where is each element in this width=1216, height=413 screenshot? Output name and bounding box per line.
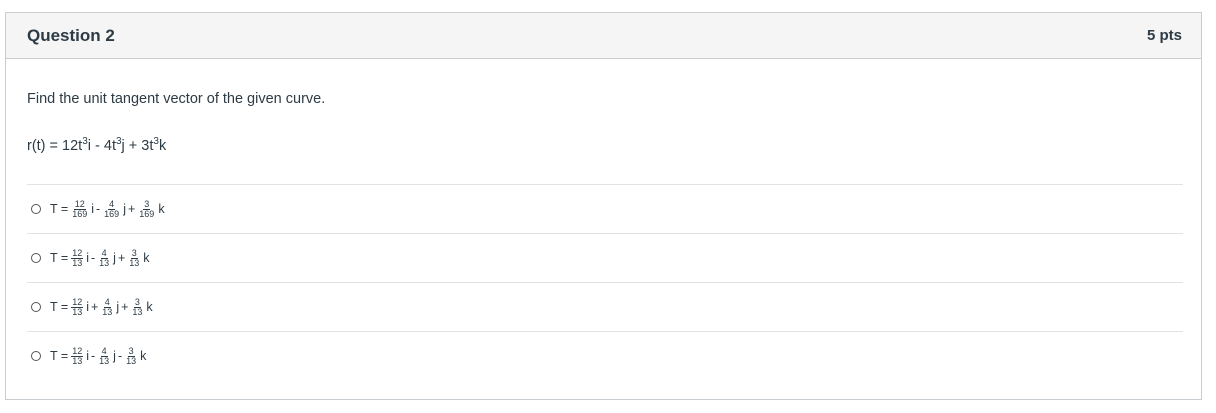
radio-button[interactable] [31, 302, 41, 312]
question-card: Question 2 5 pts Find the unit tangent v… [5, 12, 1202, 400]
answer-option[interactable]: T = 12 13 i + 4 13 j + 3 13 k [27, 282, 1183, 331]
operator: + [127, 202, 136, 216]
operator: - [117, 349, 123, 363]
fraction-denominator: 169 [72, 208, 88, 219]
operator: + [117, 251, 126, 265]
answer-prefix: T = [50, 202, 69, 216]
fraction-numerator: 4 [100, 247, 108, 259]
operator: + [90, 300, 99, 314]
unit-vector: j [113, 251, 116, 265]
question-title: Question 2 [27, 25, 115, 45]
answer-option[interactable]: T = 12 13 i - 4 13 j + 3 13 k [27, 233, 1183, 282]
fraction-numerator: 3 [127, 345, 135, 357]
fraction-numerator: 4 [100, 345, 108, 357]
fraction-denominator: 13 [102, 306, 113, 317]
fraction-denominator: 13 [129, 257, 140, 268]
unit-vector: i [86, 251, 89, 265]
unit-vector: i [86, 349, 89, 363]
radio-button[interactable] [31, 253, 41, 263]
operator: - [90, 251, 96, 265]
curve-equation: r(t) = 12t3i - 4t3j + 3t3k [27, 137, 167, 154]
fraction-denominator: 13 [72, 306, 83, 317]
operator: - [96, 202, 101, 216]
fraction-numerator: 3 [133, 296, 141, 308]
fraction-numerator: 3 [130, 247, 138, 259]
fraction: 4 169 [103, 198, 120, 219]
fraction-denominator: 169 [104, 208, 120, 219]
fraction-denominator: 13 [126, 355, 137, 366]
fraction: 12 13 [71, 345, 84, 366]
operator: + [121, 300, 129, 314]
fraction: 3 13 [131, 296, 143, 317]
fraction: 3 13 [125, 345, 137, 366]
question-points: 5 pts [1146, 27, 1182, 44]
fraction: 12 13 [71, 247, 84, 268]
unit-vector: k [158, 202, 165, 216]
fraction-numerator: 12 [71, 296, 84, 308]
equation-lhs: r(t) = [27, 138, 63, 154]
fraction: 3 169 [138, 198, 155, 219]
fraction: 4 13 [101, 296, 113, 317]
unit-vector: i [86, 300, 89, 314]
answer-expression: T = 12 169 i - 4 169 j + 3 169 k [49, 198, 166, 219]
answer-option[interactable]: T = 12 169 i - 4 169 j + 3 169 k [27, 184, 1183, 233]
radio-button[interactable] [31, 351, 41, 361]
unit-vector: k [146, 300, 153, 314]
answer-expression: T = 12 13 i - 4 13 j - 3 13 k [49, 345, 147, 366]
equation-term: j + 3t [121, 138, 154, 154]
fraction: 4 13 [98, 247, 110, 268]
unit-vector: k [143, 251, 150, 265]
fraction: 3 13 [128, 247, 140, 268]
answer-prefix: T = [50, 300, 69, 314]
equation-term: 12t [62, 138, 83, 154]
equation-term: k [158, 138, 167, 154]
fraction-numerator: 12 [71, 345, 84, 357]
unit-vector: j [123, 202, 126, 216]
answer-option[interactable]: T = 12 13 i - 4 13 j - 3 13 k [27, 331, 1183, 380]
fraction: 4 13 [98, 345, 110, 366]
answer-expression: T = 12 13 i - 4 13 j + 3 13 k [49, 247, 151, 268]
fraction-denominator: 169 [139, 208, 155, 219]
unit-vector: k [140, 349, 147, 363]
question-header: Question 2 5 pts [6, 13, 1201, 59]
fraction-denominator: 13 [132, 306, 143, 317]
unit-vector: j [113, 349, 116, 363]
equation-term: i - 4t [87, 138, 116, 154]
fraction-numerator: 3 [143, 198, 151, 210]
fraction-numerator: 12 [73, 198, 86, 210]
fraction: 12 13 [71, 296, 84, 317]
fraction-numerator: 4 [108, 198, 116, 210]
answer-prefix: T = [50, 349, 69, 363]
fraction: 12 169 [71, 198, 88, 219]
unit-vector: j [116, 300, 120, 314]
operator: - [90, 349, 96, 363]
fraction-denominator: 13 [72, 257, 83, 268]
fraction-denominator: 13 [99, 355, 110, 366]
question-prompt: Find the unit tangent vector of the give… [27, 91, 326, 107]
radio-button[interactable] [31, 204, 41, 214]
answer-expression: T = 12 13 i + 4 13 j + 3 13 k [49, 296, 154, 317]
fraction-denominator: 13 [99, 257, 110, 268]
answer-list: T = 12 169 i - 4 169 j + 3 169 k T = 12 13 i… [27, 184, 1183, 380]
fraction-denominator: 13 [72, 355, 83, 366]
fraction-numerator: 12 [71, 247, 84, 259]
answer-prefix: T = [50, 251, 69, 265]
unit-vector: i [91, 202, 94, 216]
fraction-numerator: 4 [103, 296, 111, 308]
